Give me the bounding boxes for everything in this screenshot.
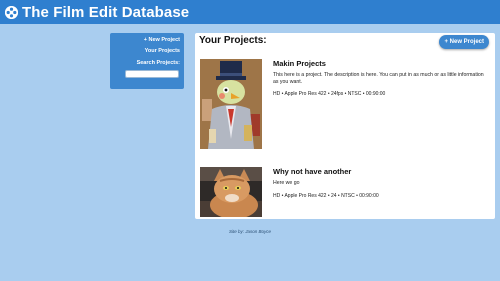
projects-panel: Your Projects: + New Project Makin Proje…: [195, 33, 495, 219]
project-description: Here we go: [273, 180, 300, 186]
project-title[interactable]: Makin Projects: [273, 59, 326, 68]
bird-with-top-hat-image: [200, 59, 262, 149]
project-thumbnail[interactable]: [200, 167, 262, 217]
search-label: Search Projects:: [136, 60, 180, 66]
top-bar: The Film Edit Database: [0, 0, 500, 24]
project-thumbnail[interactable]: [200, 59, 262, 149]
footer-credit: Site by: Jason Boyce: [228, 229, 272, 234]
project-specs: HD • Apple Pro Res 422 • 24 • NTSC • 00:…: [273, 193, 379, 199]
app-title: The Film Edit Database: [22, 3, 190, 21]
film-reel-icon: [5, 5, 18, 19]
app-brand[interactable]: The Film Edit Database: [5, 3, 189, 21]
project-specs: HD • Apple Pro Res 422 • 24fps • NTSC • …: [273, 91, 386, 97]
search-input[interactable]: [125, 70, 179, 78]
new-project-button[interactable]: + New Project: [439, 35, 489, 49]
orange-cat-image: [200, 167, 262, 217]
page-title: Your Projects:: [199, 35, 267, 46]
project-description: This here is a project. The description …: [273, 72, 484, 85]
sidebar: + New Project Your Projects Search Proje…: [110, 33, 184, 89]
project-title[interactable]: Why not have another: [273, 167, 351, 176]
sidebar-new-project-link[interactable]: + New Project: [144, 37, 180, 43]
sidebar-your-projects-link[interactable]: Your Projects: [145, 48, 180, 54]
